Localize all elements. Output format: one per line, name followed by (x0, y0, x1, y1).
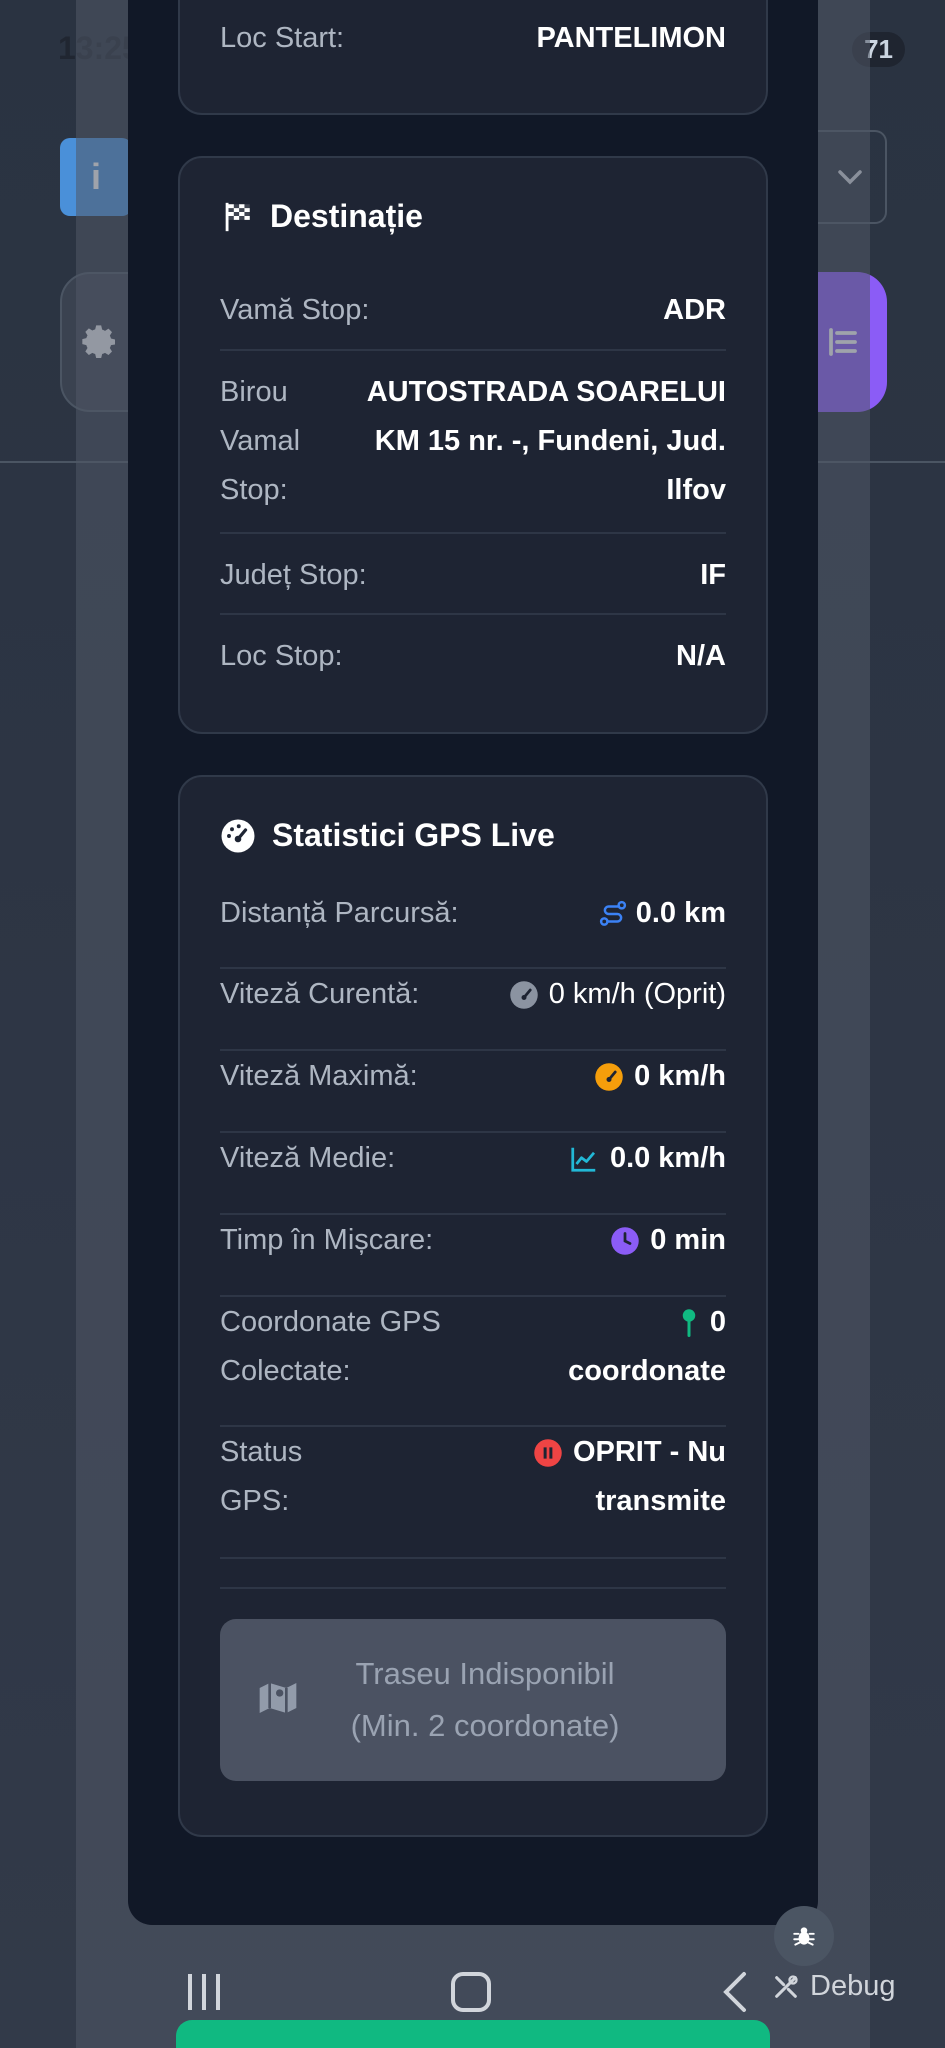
divider (220, 349, 726, 351)
gps-stats-title: Statistici GPS Live (220, 817, 555, 854)
chart-line-icon (571, 1148, 596, 1172)
birou-vamal-row: Birou Vamal Stop: AUTOSTRADA SOARELUI KM… (220, 368, 726, 515)
speedometer-icon (510, 981, 538, 1010)
loc-stop-value: N/A (676, 640, 726, 672)
debug-label-text: Debug (810, 1970, 896, 2002)
divider (220, 1295, 726, 1297)
coords-label: Coordonate GPS Colectate: (220, 1306, 441, 1387)
current-speed-value-wrap: 0 km/h (Oprit) (509, 970, 726, 1019)
speedometer-icon (595, 1063, 623, 1092)
route-button-line2: (Min. 2 coordonate) (350, 1708, 620, 1743)
judet-stop-label: Județ Stop: (220, 559, 367, 591)
debug-fab[interactable] (774, 1906, 834, 1966)
loc-start-row: Loc Start: PANTELIMON (220, 14, 726, 63)
avg-speed-label: Viteză Medie: (220, 1142, 396, 1174)
route-button-line1: Traseu Indisponibil (355, 1656, 615, 1691)
avg-speed-value-wrap: 0.0 km/h (568, 1134, 726, 1183)
divider (220, 1213, 726, 1215)
divider (220, 1587, 726, 1589)
distance-row: Distanță Parcursă: 0.0 km (220, 889, 726, 938)
loc-stop-row: Loc Stop: N/A (220, 632, 726, 681)
avg-speed-row: Viteză Medie: 0.0 km/h (220, 1134, 726, 1183)
tachometer-icon (221, 819, 255, 852)
checkered-flag-icon (225, 202, 250, 231)
current-speed-row: Viteză Curentă: 0 km/h (Oprit) (220, 970, 726, 1019)
coords-row: Coordonate GPS Colectate: 0 coordonate (220, 1298, 726, 1396)
divider (220, 1049, 726, 1051)
gps-stats-card: Statistici GPS Live Distanță Parcursă: 0… (178, 775, 768, 1837)
max-speed-row: Viteză Maximă: 0 km/h (220, 1052, 726, 1101)
gps-status-value: OPRIT - Nu transmite (572, 1436, 726, 1517)
loc-stop-label: Loc Stop: (220, 640, 343, 672)
max-speed-label: Viteză Maximă: (220, 1060, 418, 1092)
max-speed-value-wrap: 0 km/h (594, 1052, 726, 1101)
chevron-left-icon (723, 1972, 746, 2012)
moving-time-label: Timp în Mișcare: (220, 1224, 434, 1256)
divider (220, 1425, 726, 1427)
divider (220, 532, 726, 534)
gps-status-row: Status GPS: OPRIT - Nu transmite (220, 1428, 726, 1526)
loc-start-value: PANTELIMON (536, 22, 726, 54)
divider (220, 1131, 726, 1133)
coords-value: 0 coordonate (568, 1306, 726, 1387)
current-speed-value: 0 km/h (Oprit) (548, 978, 726, 1010)
judet-stop-row: Județ Stop: IF (220, 551, 726, 600)
moving-time-value: 0 min (650, 1224, 726, 1256)
vama-stop-row: Vamă Stop: ADR (220, 286, 726, 335)
distance-value-wrap: 0.0 km (598, 889, 726, 938)
start-button[interactable] (176, 2020, 770, 2048)
map-icon (259, 1683, 297, 1713)
divider (220, 613, 726, 615)
birou-vamal-value: AUTOSTRADA SOARELUI KM 15 nr. -, Fundeni… (366, 376, 726, 506)
nav-back-button[interactable] (720, 1970, 750, 2019)
gps-stats-title-text: Statistici GPS Live (272, 817, 555, 853)
debug-toggle[interactable]: Debug (772, 1970, 895, 2003)
route-icon (599, 901, 626, 927)
vama-stop-value: ADR (663, 294, 726, 326)
tools-icon (775, 1974, 798, 1998)
avg-speed-value: 0.0 km/h (609, 1142, 726, 1174)
max-speed-value: 0 km/h (634, 1060, 726, 1092)
distance-value: 0.0 km (635, 897, 726, 929)
moving-time-row: Timp în Mișcare: 0 min (220, 1216, 726, 1265)
coords-value-wrap: 0 coordonate (526, 1298, 726, 1396)
moving-time-value-wrap: 0 min (610, 1216, 726, 1265)
divider (220, 1557, 726, 1559)
nav-recents-button[interactable] (188, 1974, 220, 2010)
view-route-button[interactable]: Traseu Indisponibil (Min. 2 coordonate) (220, 1619, 726, 1781)
birou-vamal-label: Birou Vamal Stop: (220, 376, 301, 506)
distance-label: Distanță Parcursă: (220, 897, 459, 929)
destination-card: Destinație Vamă Stop: ADR Birou Vamal St… (178, 156, 768, 734)
gps-status-value-wrap: OPRIT - Nu transmite (486, 1428, 726, 1526)
divider (220, 967, 726, 969)
destination-title: Destinație (220, 198, 423, 235)
start-info-card: Loc Start: PANTELIMON (178, 0, 768, 115)
current-speed-label: Viteză Curentă: (220, 978, 420, 1010)
bug-icon (793, 1927, 815, 1946)
map-pin-icon (682, 1309, 696, 1338)
pause-circle-icon (534, 1439, 562, 1468)
vama-stop-label: Vamă Stop: (220, 294, 370, 326)
judet-stop-value: IF (700, 559, 726, 591)
destination-title-text: Destinație (270, 198, 423, 234)
gps-status-label: Status GPS: (220, 1436, 303, 1517)
nav-home-button[interactable] (451, 1972, 491, 2012)
loc-start-label: Loc Start: (220, 22, 345, 54)
clock-icon (611, 1227, 639, 1256)
